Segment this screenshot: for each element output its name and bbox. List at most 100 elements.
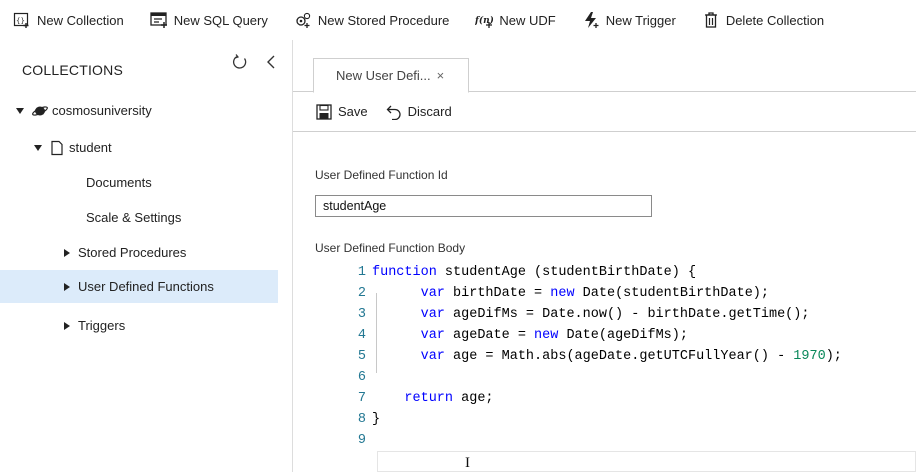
code-line: 6 [340,367,916,388]
udf-id-label: User Defined Function Id [315,168,448,182]
code-keyword: return [404,391,454,406]
sidebar-item-label: User Defined Functions [78,279,214,294]
database-icon [32,103,48,119]
new-stored-procedure-label: New Stored Procedure [317,12,450,28]
document-icon [50,140,64,156]
tree-item-database[interactable]: cosmosuniversity [0,94,278,127]
sidebar-item-label: Stored Procedures [78,245,187,260]
toolbar: {} New Collection New SQL Query New Stor… [0,0,916,40]
new-trigger-button[interactable]: New Trigger [581,11,676,29]
udf-id-input[interactable] [315,195,652,217]
code-text: } [372,412,381,427]
save-label: Save [338,104,368,119]
code-text: Date(studentBirthDate); [574,286,769,301]
line-number: 4 [357,328,366,343]
new-sql-query-icon [149,11,169,29]
discard-label: Discard [407,104,452,119]
chevron-right-icon [64,282,70,291]
code-text: birthDate = [444,286,551,301]
code-text: age = Math.abs(ageDate.getUTCFullYear() … [444,349,794,364]
text-cursor-icon: I [465,455,470,471]
sidebar-item-documents[interactable]: Documents [0,166,278,199]
code-keyword: var [420,328,445,343]
line-number: 6 [357,370,366,385]
new-udf-button[interactable]: f(n) New UDF [474,11,556,29]
new-udf-icon: f(n) [474,11,494,29]
collections-header: COLLECTIONS [22,62,123,78]
save-icon [316,103,332,120]
line-number: 9 [357,433,366,448]
new-sql-query-button[interactable]: New SQL Query [149,11,268,29]
line-number: 1 [357,265,366,280]
code-text: Date(ageDifMs); [558,328,688,343]
code-keyword: function [372,265,437,280]
collapse-sidebar-icon[interactable] [264,54,278,70]
code-line: 9 [340,430,916,451]
sidebar-item-label: Triggers [78,318,126,333]
chevron-right-icon [64,321,70,330]
code-line: 8} [340,409,916,430]
sidebar-item-stored-procedures[interactable]: Stored Procedures [0,236,278,269]
code-line: 2 var birthDate = new Date(studentBirthD… [340,283,916,304]
new-stored-procedure-button[interactable]: New Stored Procedure [293,11,450,29]
new-collection-button[interactable]: {} New Collection [12,11,124,29]
udf-body-label: User Defined Function Body [315,241,466,255]
trash-icon [701,11,721,29]
code-editor[interactable]: 1 function studentAge (studentBirthDate) … [340,262,916,472]
sidebar-item-user-defined-functions[interactable]: User Defined Functions [0,270,278,303]
code-keyword: var [420,349,445,364]
code-text: ); [825,349,842,364]
discard-button[interactable]: Discard [386,104,452,120]
undo-icon [386,105,401,120]
code-number: 1970 [793,349,826,364]
delete-collection-button[interactable]: Delete Collection [701,11,824,29]
new-trigger-label: New Trigger [605,12,676,28]
code-line: 1 function studentAge (studentBirthDate) … [340,262,916,283]
collection-label: student [69,140,112,155]
collections-sidebar: COLLECTIONS cosmosuniversity student Doc… [0,40,292,472]
line-number: 3 [357,307,366,322]
line-number: 2 [357,286,366,301]
new-stored-procedure-icon [293,11,313,29]
line-number: 8 [357,412,366,427]
code-line: 3 var ageDifMs = Date.now() - birthDate.… [340,304,916,325]
code-line: 5 var age = Math.abs(ageDate.getUTCFullY… [340,346,916,367]
chevron-right-icon [64,248,70,257]
code-keyword: new [550,286,575,301]
tab-label: New User Defi... [336,68,431,83]
code-line: 4 var ageDate = new Date(ageDifMs); [340,325,916,346]
chevron-down-icon [16,107,24,114]
command-bar: Save Discard [293,92,916,132]
new-sql-query-label: New SQL Query [173,12,268,28]
code-keyword: new [534,328,559,343]
sidebar-item-scale-settings[interactable]: Scale & Settings [0,201,278,234]
sidebar-item-label: Scale & Settings [86,210,182,225]
code-keyword: var [420,307,445,322]
code-line: 7 return age; [340,388,916,409]
code-text: age; [453,391,494,406]
tab-new-user-defined-function[interactable]: New User Defi... × [313,58,469,93]
save-button[interactable]: Save [316,103,368,120]
line-number: 5 [357,349,366,364]
code-text: ageDate = [444,328,535,343]
indent-guide [376,293,377,373]
delete-collection-label: Delete Collection [725,12,825,28]
new-trigger-icon [581,11,601,29]
code-text: ageDifMs = Date.now() - birthDate.getTim… [444,307,810,322]
new-udf-label: New UDF [499,12,556,28]
new-collection-icon: {} [12,11,32,29]
tree-item-collection[interactable]: student [0,131,278,164]
sidebar-item-triggers[interactable]: Triggers [0,309,278,342]
refresh-icon[interactable] [232,54,248,70]
tab-bar: New User Defi... × [293,40,916,93]
database-label: cosmosuniversity [52,103,152,118]
close-icon[interactable]: × [437,68,445,83]
line-number: 7 [357,391,366,406]
svg-text:{}: {} [16,17,25,25]
current-line-highlight [377,451,916,472]
chevron-down-icon [34,144,42,151]
code-text: studentAge (studentBirthDate) { [436,265,697,280]
new-collection-label: New Collection [37,12,124,28]
sidebar-item-label: Documents [86,175,152,190]
code-keyword: var [420,286,445,301]
